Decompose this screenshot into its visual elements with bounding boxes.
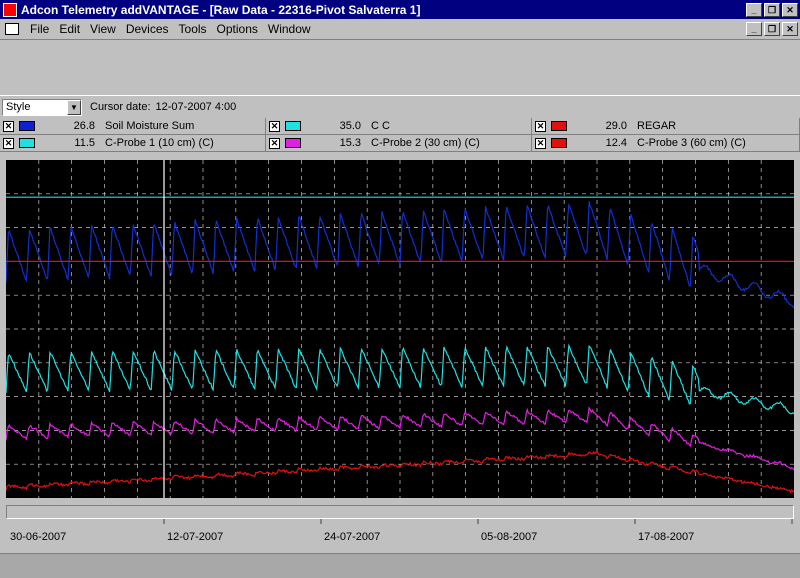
style-dropdown-value: Style (6, 101, 31, 113)
legend-item[interactable]: ✕ 26.8 Soil Moisture Sum (0, 118, 266, 134)
toolbar-area (0, 39, 800, 96)
series-checkbox[interactable]: ✕ (535, 120, 546, 132)
series-color-swatch (285, 138, 301, 148)
series-name: C C (371, 120, 390, 132)
cursor-date-value: 12-07-2007 4:00 (155, 101, 237, 113)
menu-options[interactable]: Options (212, 22, 263, 36)
legend-item[interactable]: ✕ 11.5 C-Probe 1 (10 cm) (C) (0, 135, 266, 151)
menu-view[interactable]: View (85, 22, 121, 36)
legend-item[interactable]: ✕ 29.0 REGAR (532, 118, 800, 134)
series-color-swatch (551, 138, 567, 148)
series-name: C-Probe 2 (30 cm) (C) (371, 137, 480, 149)
document-icon[interactable] (5, 23, 19, 35)
series-value: 26.8 (73, 120, 95, 132)
series-checkbox[interactable]: ✕ (535, 137, 546, 149)
menu-edit[interactable]: Edit (54, 22, 85, 36)
restore-button[interactable]: ❐ (764, 2, 780, 17)
legend-item[interactable]: ✕ 35.0 C C (266, 118, 532, 134)
horizontal-scrollbar[interactable] (6, 505, 794, 519)
series-checkbox[interactable]: ✕ (269, 137, 280, 149)
cursor-date-label: Cursor date: (90, 101, 151, 113)
menu-window[interactable]: Window (263, 22, 316, 36)
doc-minimize-button[interactable]: _ (746, 22, 762, 36)
title-bar: Adcon Telemetry addVANTAGE - [Raw Data -… (0, 0, 800, 19)
menu-file[interactable]: File (25, 22, 54, 36)
chevron-down-icon[interactable]: ▼ (67, 99, 81, 115)
menu-bar: File Edit View Devices Tools Options Win… (0, 19, 800, 39)
series-checkbox[interactable]: ✕ (3, 120, 14, 132)
series-name: C-Probe 1 (10 cm) (C) (105, 137, 214, 149)
x-tick-label: 05-08-2007 (481, 531, 537, 543)
legend-item[interactable]: ✕ 15.3 C-Probe 2 (30 cm) (C) (266, 135, 532, 151)
series-name: C-Probe 3 (60 cm) (C) (637, 137, 746, 149)
series-value: 35.0 (339, 120, 361, 132)
chart-panel[interactable] (5, 160, 795, 498)
menu-devices[interactable]: Devices (121, 22, 174, 36)
status-area (0, 553, 800, 578)
legend-item[interactable]: ✕ 12.4 C-Probe 3 (60 cm) (C) (532, 135, 800, 151)
line-chart[interactable] (5, 160, 795, 498)
x-axis-svg: 30-06-2007 12-07-2007 24-07-2007 05-08-2007… (10, 519, 793, 543)
doc-close-button[interactable]: ✕ (782, 22, 798, 36)
series-name: REGAR (637, 120, 677, 132)
x-axis: 30-06-2007 12-07-2007 24-07-2007 05-08-2007… (6, 519, 794, 555)
style-bar: Style ▼ Cursor date: 12-07-2007 4:00 (0, 97, 800, 117)
style-dropdown[interactable]: Style ▼ (2, 98, 82, 116)
series-color-swatch (285, 121, 301, 131)
app-icon (3, 2, 17, 17)
x-tick-label: 12-07-2007 (167, 531, 223, 543)
series-name: Soil Moisture Sum (105, 120, 195, 132)
x-tick-label: 30-06-2007 (10, 531, 66, 543)
series-value: 12.4 (605, 137, 627, 149)
series-legend: ✕ 26.8 Soil Moisture Sum ✕ 35.0 C C ✕ 29… (0, 118, 800, 152)
x-tick-label: 17-08-2007 (638, 531, 694, 543)
doc-restore-button[interactable]: ❐ (764, 22, 780, 36)
x-tick-label: 24-07-2007 (324, 531, 380, 543)
series-color-swatch (551, 121, 567, 131)
series-checkbox[interactable]: ✕ (3, 137, 14, 149)
menu-tools[interactable]: Tools (174, 22, 212, 36)
series-color-swatch (19, 138, 35, 148)
series-value: 11.5 (74, 137, 95, 149)
series-color-swatch (19, 121, 35, 131)
minimize-button[interactable]: _ (746, 2, 762, 17)
series-value: 29.0 (605, 120, 627, 132)
series-value: 15.3 (339, 137, 361, 149)
close-button[interactable]: ✕ (782, 2, 798, 17)
series-checkbox[interactable]: ✕ (269, 120, 280, 132)
legend-row: ✕ 26.8 Soil Moisture Sum ✕ 35.0 C C ✕ 29… (0, 118, 800, 135)
window-title: Adcon Telemetry addVANTAGE - [Raw Data -… (21, 2, 421, 17)
legend-row: ✕ 11.5 C-Probe 1 (10 cm) (C) ✕ 15.3 C-Pr… (0, 135, 800, 152)
